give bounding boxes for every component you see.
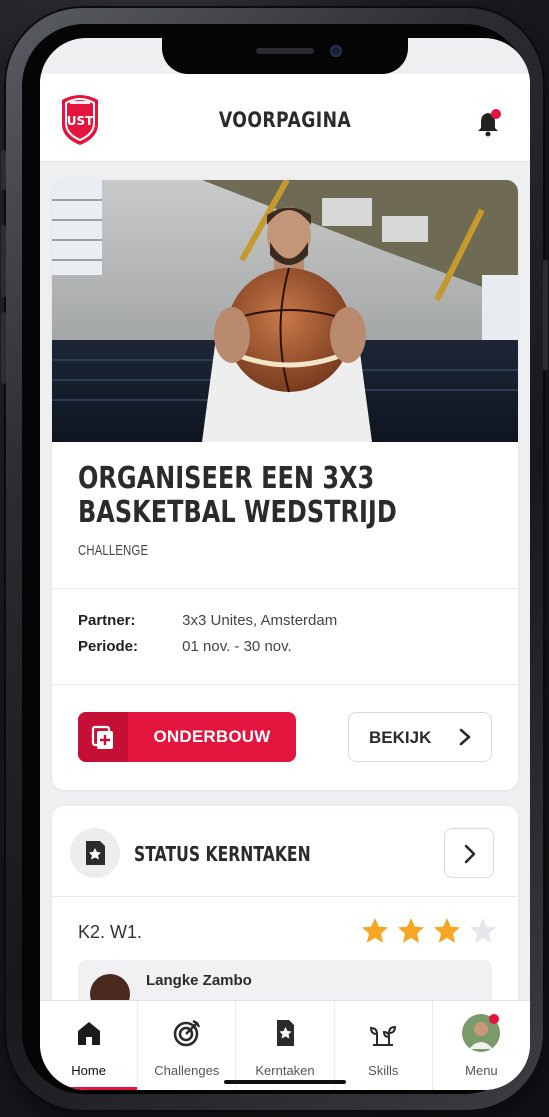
- bottom-nav: Home Challenges Kerntaken Skills Menu: [40, 1000, 530, 1090]
- nav-label: Skills: [368, 1063, 399, 1078]
- status-title: STATUS KERNTAKEN: [134, 842, 311, 866]
- challenge-card[interactable]: ORGANISEER EEN 3X3 BASKETBAL WEDSTRIJD C…: [52, 180, 518, 790]
- divider: [52, 684, 518, 685]
- nav-item-kerntaken[interactable]: Kerntaken: [236, 1001, 335, 1090]
- nav-item-menu[interactable]: Menu: [433, 1001, 530, 1090]
- notification-dot: [491, 109, 501, 119]
- screen: UST VOORPAGINA ORGANISEER EEN 3X3 BASKET…: [40, 38, 530, 1090]
- nav-label: Kerntaken: [255, 1063, 315, 1078]
- app-header: UST VOORPAGINA: [40, 74, 530, 162]
- nav-item-challenges[interactable]: Challenges: [138, 1001, 237, 1090]
- onderbouw-label: ONDERBOUW: [153, 727, 271, 746]
- side-button: [1, 312, 6, 384]
- rating-stars: [360, 916, 498, 946]
- side-button: [1, 150, 6, 190]
- partner-value: 3x3 Unites, Amsterdam: [182, 612, 338, 629]
- person-row[interactable]: Langke Zambo: [78, 960, 492, 1000]
- side-button: [1, 225, 6, 297]
- divider: [52, 588, 518, 589]
- nav-label: Home: [71, 1063, 106, 1078]
- challenge-type: CHALLENGE: [78, 542, 149, 559]
- side-button: [543, 260, 548, 370]
- basketball-player-photo: [52, 180, 518, 442]
- star-filled-icon: [398, 918, 424, 943]
- avatar: [90, 974, 130, 1000]
- partner-row: Partner: 3x3 Unites, Amsterdam: [78, 612, 337, 629]
- speaker: [256, 48, 314, 54]
- star-filled-icon: [434, 918, 460, 943]
- divider: [52, 896, 518, 897]
- camera: [330, 45, 342, 57]
- main-content[interactable]: ORGANISEER EEN 3X3 BASKETBAL WEDSTRIJD C…: [40, 162, 530, 1000]
- document-icon: [277, 1020, 294, 1046]
- sprout-icon: [370, 1025, 397, 1046]
- notification-bell-icon[interactable]: [474, 108, 504, 138]
- star-empty-icon: [470, 918, 496, 943]
- home-indicator: [224, 1080, 346, 1084]
- person-name: Langke Zambo: [146, 972, 252, 989]
- partner-label: Partner:: [78, 612, 136, 629]
- add-document-icon: [78, 712, 128, 762]
- onderbouw-button[interactable]: ONDERBOUW: [78, 712, 296, 762]
- task-code: K2. W1.: [78, 922, 143, 942]
- period-value: 01 nov. - 30 nov.: [182, 638, 292, 655]
- bekijk-button[interactable]: BEKIJK: [348, 712, 492, 762]
- chevron-right-icon: [459, 728, 471, 746]
- nav-label: Menu: [465, 1063, 498, 1078]
- chevron-right-icon: [464, 844, 476, 864]
- period-label: Periode:: [78, 638, 139, 655]
- kerntaken-badge-icon: [70, 828, 120, 878]
- bekijk-label: BEKIJK: [369, 728, 432, 747]
- status-card[interactable]: STATUS KERNTAKEN K2. W1. Langke Zambo: [52, 806, 518, 1000]
- challenge-title-line: BASKETBAL WEDSTRIJD: [78, 495, 397, 530]
- nav-item-home[interactable]: Home: [40, 1001, 139, 1090]
- challenge-title: ORGANISEER EEN 3X3 BASKETBAL WEDSTRIJD: [78, 462, 422, 530]
- notch: [162, 38, 408, 74]
- challenge-title-line: ORGANISEER EEN 3X3: [78, 461, 375, 496]
- nav-item-skills[interactable]: Skills: [335, 1001, 433, 1090]
- star-filled-icon: [362, 918, 388, 943]
- page-title: VOORPAGINA: [218, 108, 352, 132]
- notification-dot: [489, 1014, 500, 1024]
- period-row: Periode: 01 nov. - 30 nov.: [78, 638, 292, 655]
- avatar: [462, 1014, 501, 1052]
- nav-label: Challenges: [154, 1063, 220, 1078]
- home-icon: [77, 1022, 100, 1045]
- status-open-button[interactable]: [444, 828, 494, 878]
- target-icon: [173, 1019, 200, 1047]
